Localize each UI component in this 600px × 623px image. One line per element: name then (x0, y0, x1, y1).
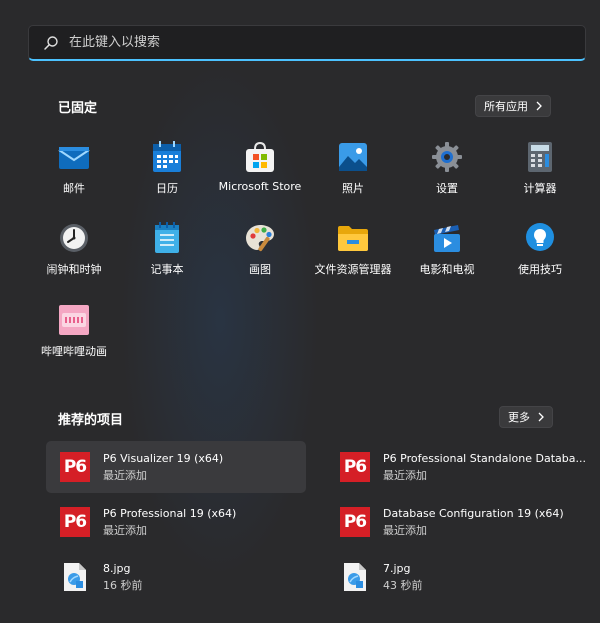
store-icon (243, 140, 277, 174)
recommended-title: 推荐的项目 (58, 413, 124, 428)
pinned-app-mail[interactable]: 邮件 (29, 140, 119, 210)
image-file-icon (339, 561, 371, 593)
more-button[interactable]: 更多 (499, 406, 553, 428)
pinned-app-microsoft-store[interactable]: Microsoft Store (215, 140, 305, 210)
tips-bulb-icon (523, 221, 557, 255)
item-name: 7.jpg (383, 561, 411, 575)
pinned-app-settings[interactable]: 设置 (402, 140, 492, 210)
app-label: 电影和电视 (419, 263, 475, 276)
mail-icon (57, 140, 91, 174)
pinned-app-alarms-clock[interactable]: 闹钟和时钟 (29, 221, 119, 291)
item-name: 8.jpg (103, 561, 131, 575)
item-subtitle: 最近添加 (103, 468, 147, 482)
notepad-icon (150, 221, 184, 255)
item-name: P6 Professional Standalone Databa... (383, 451, 586, 465)
clock-icon (57, 221, 91, 255)
item-subtitle: 最近添加 (383, 523, 427, 537)
pinned-app-movies-tv[interactable]: 电影和电视 (402, 221, 492, 291)
app-label: 闹钟和时钟 (46, 263, 102, 276)
p6-icon: P6 (339, 451, 371, 483)
search-icon (42, 34, 60, 52)
pinned-app-tips[interactable]: 使用技巧 (495, 221, 585, 291)
pinned-app-calculator[interactable]: 计算器 (495, 140, 585, 210)
app-label: 计算器 (523, 182, 557, 195)
item-name: P6 Professional 19 (x64) (103, 506, 237, 520)
all-apps-label: 所有应用 (484, 100, 528, 113)
p6-icon: P6 (59, 451, 91, 483)
item-subtitle: 43 秒前 (383, 578, 423, 592)
search-input[interactable] (69, 35, 549, 50)
item-name: Database Configuration 19 (x64) (383, 506, 564, 520)
app-label: 哔哩哔哩动画 (41, 345, 107, 358)
recommended-item[interactable]: P6 Database Configuration 19 (x64) 最近添加 (326, 496, 586, 548)
app-label: 日历 (156, 182, 178, 195)
settings-gear-icon (430, 140, 464, 174)
pinned-app-file-explorer[interactable]: 文件资源管理器 (308, 221, 398, 291)
pinned-app-notepad[interactable]: 记事本 (122, 221, 212, 291)
folder-icon (336, 221, 370, 255)
app-label: 照片 (342, 182, 364, 195)
p6-icon: P6 (59, 506, 91, 538)
pinned-app-bilibili[interactable]: 哔哩哔哩动画 (29, 303, 119, 373)
app-label: 画图 (249, 263, 271, 276)
paint-palette-icon (243, 221, 277, 255)
chevron-right-icon (536, 101, 544, 111)
app-label: 邮件 (63, 182, 85, 195)
search-box[interactable] (28, 25, 586, 61)
pinned-app-calendar[interactable]: 日历 (122, 140, 212, 210)
app-label: Microsoft Store (218, 180, 302, 193)
more-label: 更多 (508, 411, 530, 424)
chevron-right-icon (538, 412, 546, 422)
item-subtitle: 最近添加 (103, 523, 147, 537)
recommended-item[interactable]: 7.jpg 43 秒前 (326, 551, 586, 603)
app-label: 记事本 (150, 263, 184, 276)
pinned-app-photos[interactable]: 照片 (308, 140, 398, 210)
recommended-item[interactable]: P6 P6 Professional Standalone Databa... … (326, 441, 586, 493)
item-subtitle: 最近添加 (383, 468, 427, 482)
movies-tv-icon (430, 221, 464, 255)
app-label: 使用技巧 (518, 263, 562, 276)
item-subtitle: 16 秒前 (103, 578, 143, 592)
recommended-item[interactable]: P6 P6 Professional 19 (x64) 最近添加 (46, 496, 306, 548)
all-apps-button[interactable]: 所有应用 (475, 95, 551, 117)
pinned-app-paint[interactable]: 画图 (215, 221, 305, 291)
photos-icon (336, 140, 370, 174)
recommended-item[interactable]: P6 P6 Visualizer 19 (x64) 最近添加 (46, 441, 306, 493)
image-file-icon (59, 561, 91, 593)
app-label: 设置 (436, 182, 458, 195)
p6-icon: P6 (339, 506, 371, 538)
calendar-icon (150, 140, 184, 174)
recommended-item[interactable]: 8.jpg 16 秒前 (46, 551, 306, 603)
bilibili-icon (57, 303, 91, 337)
app-label: 文件资源管理器 (314, 263, 392, 276)
pinned-title: 已固定 (58, 101, 98, 116)
calculator-icon (523, 140, 557, 174)
item-name: P6 Visualizer 19 (x64) (103, 451, 224, 465)
